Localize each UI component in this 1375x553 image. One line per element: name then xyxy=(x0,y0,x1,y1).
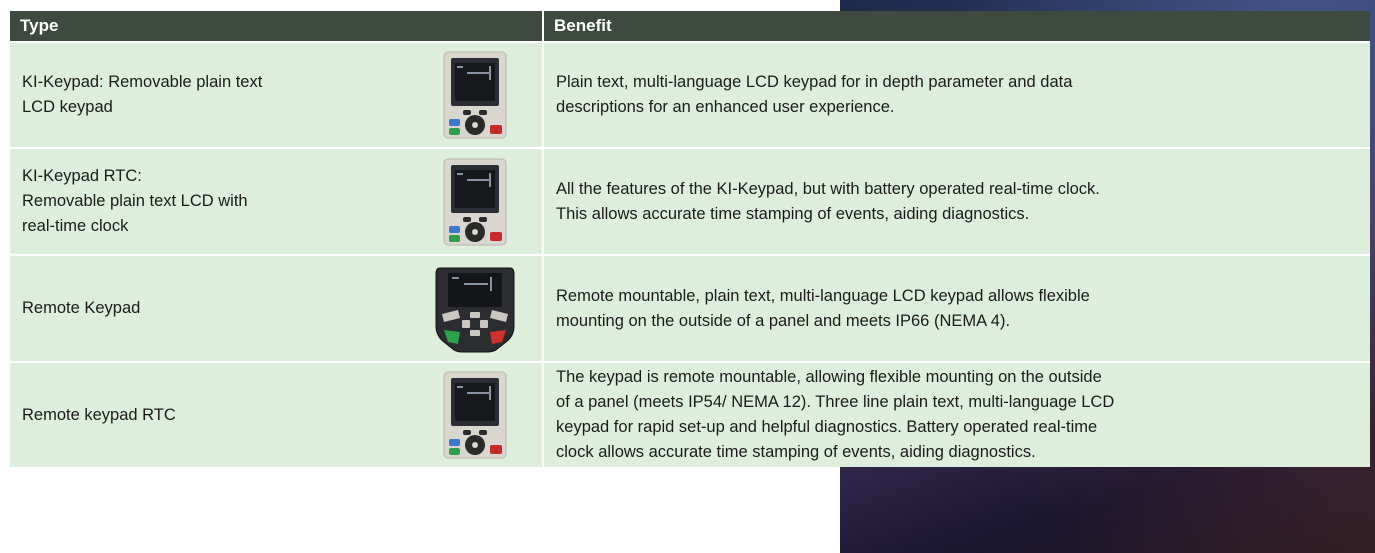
type-cell: KI-Keypad: Removable plain text LCD keyp… xyxy=(10,41,407,148)
table-header-row: Type Benefit xyxy=(10,11,1371,42)
benefit-line: The keypad is remote mountable, allowing… xyxy=(556,368,1102,386)
keypad-icon xyxy=(443,371,507,459)
benefit-line: This allows accurate time stamping of ev… xyxy=(556,204,1030,223)
type-line: Remote keypad RTC xyxy=(22,405,176,424)
keypad-icon xyxy=(443,51,507,139)
benefit-cell: All the features of the KI-Keypad, but w… xyxy=(543,147,1371,255)
benefit-line: keypad for rapid set-up and helpful diag… xyxy=(556,418,1098,436)
type-line: KI-Keypad RTC: xyxy=(22,167,142,185)
header-type: Type xyxy=(10,11,545,42)
benefit-cell: Plain text, multi-language LCD keypad fo… xyxy=(543,41,1371,148)
benefit-line: Plain text, multi-language LCD keypad fo… xyxy=(556,73,1073,91)
remote-keypad-icon xyxy=(434,264,516,354)
image-cell xyxy=(407,147,545,255)
benefit-cell: Remote mountable, plain text, multi-lang… xyxy=(543,254,1371,362)
table-row: KI-Keypad RTC: Removable plain text LCD … xyxy=(10,147,1371,255)
benefit-line: All the features of the KI-Keypad, but w… xyxy=(556,179,1100,198)
header-benefit: Benefit xyxy=(543,11,1371,42)
table-row: Remote keypad RTC The keypad is remote m… xyxy=(10,361,1371,467)
benefit-line: Remote mountable, plain text, multi-lang… xyxy=(556,286,1090,305)
image-cell xyxy=(407,361,545,467)
type-cell: KI-Keypad RTC: Removable plain text LCD … xyxy=(10,147,407,255)
type-line: LCD keypad xyxy=(22,98,113,116)
benefit-line: of a panel (meets IP54/ NEMA 12). Three … xyxy=(556,393,1115,411)
type-line: Remote Keypad xyxy=(22,299,141,317)
table-row: KI-Keypad: Removable plain text LCD keyp… xyxy=(10,41,1371,148)
type-cell: Remote Keypad xyxy=(10,254,407,362)
image-cell xyxy=(407,254,545,362)
image-cell xyxy=(407,41,545,148)
benefit-line: descriptions for an enhanced user experi… xyxy=(556,98,895,116)
keypad-options-table: Type Benefit KI-Keypad: Removable plain … xyxy=(10,11,1371,467)
benefit-line: mounting on the outside of a panel and m… xyxy=(556,311,1011,330)
keypad-icon xyxy=(443,158,507,246)
table-row: Remote Keypad Remote mountable, plain te… xyxy=(10,254,1371,362)
type-cell: Remote keypad RTC xyxy=(10,361,407,467)
type-line: Removable plain text LCD with xyxy=(22,192,248,210)
type-line: real-time clock xyxy=(22,217,129,235)
benefit-cell: The keypad is remote mountable, allowing… xyxy=(543,361,1371,467)
benefit-line: clock allows accurate time stamping of e… xyxy=(556,443,1036,461)
type-line: KI-Keypad: Removable plain text xyxy=(22,73,263,91)
